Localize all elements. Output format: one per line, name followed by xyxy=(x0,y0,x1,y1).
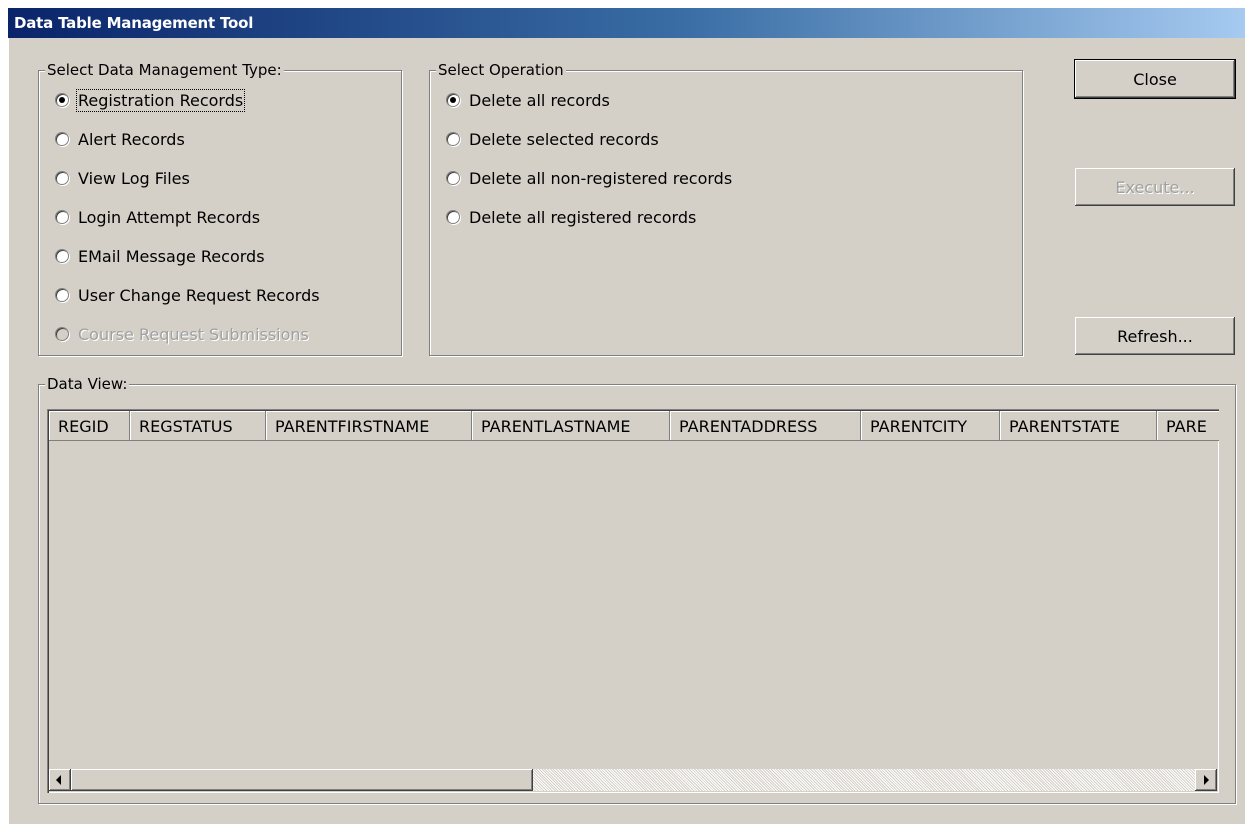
radio-label: Alert Records xyxy=(78,129,185,149)
column-header-parentaddress[interactable]: PARENTADDRESS xyxy=(670,411,861,441)
radio-label: User Change Request Records xyxy=(78,285,320,305)
radio-indicator[interactable] xyxy=(446,210,460,224)
radio-label: Course Request Submissions xyxy=(78,324,309,344)
radio-delete-all-records[interactable]: Delete all records xyxy=(446,89,610,111)
radio-label: EMail Message Records xyxy=(78,246,265,266)
radio-indicator xyxy=(55,327,69,341)
radio-login-attempt-records[interactable]: Login Attempt Records xyxy=(55,206,260,228)
title-bar[interactable]: Data Table Management Tool xyxy=(8,8,1245,38)
radio-delete-registered-records[interactable]: Delete all registered records xyxy=(446,206,696,228)
data-view-group: Data View: REGID REGSTATUS PARENTFIRSTNA… xyxy=(38,375,1236,804)
radio-indicator[interactable] xyxy=(446,93,460,107)
management-type-legend: Select Data Management Type: xyxy=(45,61,284,79)
radio-indicator[interactable] xyxy=(55,210,69,224)
radio-indicator[interactable] xyxy=(446,132,460,146)
radio-indicator[interactable] xyxy=(55,288,69,302)
operation-group: Select Operation Delete all records Dele… xyxy=(429,61,1023,356)
radio-view-log-files[interactable]: View Log Files xyxy=(55,167,190,189)
radio-delete-non-registered-records[interactable]: Delete all non-registered records xyxy=(446,167,732,189)
radio-label: Login Attempt Records xyxy=(78,207,261,227)
refresh-button[interactable]: Refresh... xyxy=(1075,317,1235,355)
arrow-left-icon xyxy=(56,775,61,785)
radio-label: Delete all registered records xyxy=(469,207,697,227)
scroll-left-button[interactable] xyxy=(49,769,71,791)
data-view-legend: Data View: xyxy=(45,375,130,393)
radio-alert-records[interactable]: Alert Records xyxy=(55,128,185,150)
radio-label: Delete all non-registered records xyxy=(469,168,733,188)
radio-indicator[interactable] xyxy=(446,171,460,185)
radio-indicator[interactable] xyxy=(55,249,69,263)
radio-delete-selected-records[interactable]: Delete selected records xyxy=(446,128,659,150)
data-table[interactable]: REGID REGSTATUS PARENTFIRSTNAME PARENTLA… xyxy=(47,409,1219,793)
close-button[interactable]: Close xyxy=(1074,59,1236,99)
column-header-regstatus[interactable]: REGSTATUS xyxy=(130,411,266,441)
radio-indicator[interactable] xyxy=(55,171,69,185)
radio-label: Registration Records xyxy=(75,88,246,112)
scrollbar-track[interactable] xyxy=(71,769,1195,791)
column-header-parentlastname[interactable]: PARENTLASTNAME xyxy=(472,411,670,441)
column-header-parentstate[interactable]: PARENTSTATE xyxy=(1000,411,1157,441)
radio-registration-records[interactable]: Registration Records xyxy=(55,88,246,112)
column-header-parentcity[interactable]: PARENTCITY xyxy=(861,411,1000,441)
window-title: Data Table Management Tool xyxy=(14,14,254,32)
scroll-right-button[interactable] xyxy=(1195,769,1217,791)
radio-indicator[interactable] xyxy=(55,93,69,107)
radio-indicator[interactable] xyxy=(55,132,69,146)
column-header-parent-truncated[interactable]: PARE xyxy=(1157,411,1219,441)
arrow-right-icon xyxy=(1204,775,1209,785)
table-header: REGID REGSTATUS PARENTFIRSTNAME PARENTLA… xyxy=(49,411,1219,441)
scrollbar-thumb[interactable] xyxy=(71,769,533,791)
app-window: Data Table Management Tool Select Data M… xyxy=(8,8,1245,824)
column-header-parentfirstname[interactable]: PARENTFIRSTNAME xyxy=(266,411,472,441)
radio-label: View Log Files xyxy=(78,168,190,188)
operation-legend: Select Operation xyxy=(436,61,566,79)
management-type-group: Select Data Management Type: Registratio… xyxy=(38,61,402,356)
radio-label: Delete selected records xyxy=(469,129,659,149)
radio-user-change-request-records[interactable]: User Change Request Records xyxy=(55,284,320,306)
column-header-regid[interactable]: REGID xyxy=(49,411,130,441)
radio-course-request-submissions: Course Request Submissions xyxy=(55,323,309,345)
execute-button: Execute... xyxy=(1075,168,1235,206)
radio-email-message-records[interactable]: EMail Message Records xyxy=(55,245,265,267)
radio-label: Delete all records xyxy=(469,90,610,110)
horizontal-scrollbar[interactable] xyxy=(49,769,1217,791)
